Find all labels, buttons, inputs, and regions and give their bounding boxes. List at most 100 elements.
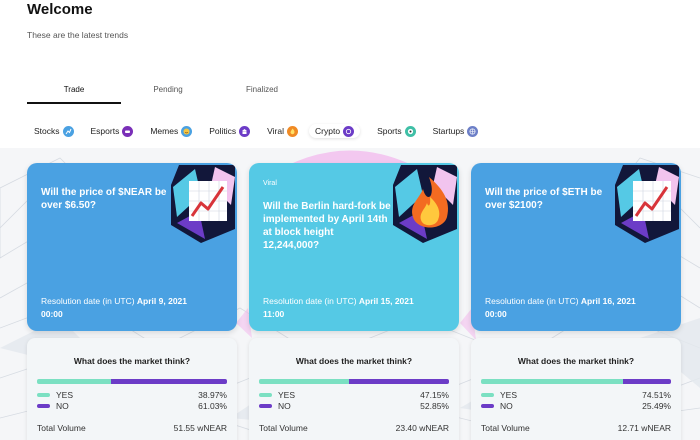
volume-value: 23.40 wNEAR [395, 423, 449, 433]
yes-value: 47.15% [420, 390, 449, 400]
yes-bar-fill [259, 379, 349, 384]
face-emoji-icon [181, 125, 193, 137]
sentiment-bar [37, 379, 227, 384]
volume-label: Total Volume [481, 423, 530, 433]
market-card-berlin-fork[interactable]: Viral Will the Berlin hard-fork be imple… [249, 163, 459, 331]
no-row: NO 52.85% [259, 401, 449, 411]
yes-label: YES [500, 390, 518, 400]
category-filter: Stocks Esports Memes Politics Viral Cryp… [34, 124, 495, 138]
resolution-date: April 9, 2021 [136, 296, 188, 306]
resolution-label: Resolution date (in UTC) [485, 296, 579, 306]
resolution-date: April 16, 2021 [580, 296, 636, 306]
ball-emoji-icon [404, 125, 416, 137]
resolution-info: Resolution date (in UTC) April 9, 2021 0… [41, 295, 231, 321]
category-label: Startups [432, 126, 465, 136]
category-crypto[interactable]: Crypto [309, 124, 361, 138]
yes-row: YES 38.97% [37, 390, 227, 400]
page-title: Welcome [27, 1, 93, 18]
yes-swatch [37, 393, 50, 397]
volume-value: 12.71 wNEAR [617, 423, 671, 433]
no-row: NO 61.03% [37, 401, 227, 411]
no-label: NO [56, 401, 69, 411]
sentiment-bar [259, 379, 449, 384]
market-sentiment-panel: What does the market think? YES 38.97% N… [27, 338, 237, 440]
no-swatch [259, 404, 272, 408]
total-volume: Total Volume 51.55 wNEAR [37, 423, 227, 433]
no-bar-fill [348, 379, 449, 384]
market-question: Will the price of $NEAR be over $6.50? [41, 187, 167, 211]
market-card-eth[interactable]: Will the price of $ETH be over $2100? Re… [471, 163, 681, 331]
category-label: Crypto [315, 126, 341, 136]
panel-title: What does the market think? [295, 356, 413, 366]
no-value: 25.49% [642, 401, 671, 411]
no-bar-fill [111, 379, 227, 384]
resolution-time: 11:00 [263, 309, 285, 319]
panel-title: What does the market think? [517, 356, 635, 366]
market-question: Will the Berlin hard-fork be implemented… [263, 201, 391, 251]
chart-up-icon [615, 165, 679, 243]
no-label: NO [500, 401, 513, 411]
category-sports[interactable]: Sports [377, 124, 416, 138]
no-value: 61.03% [198, 401, 227, 411]
page-header: Welcome These are the latest trends [27, 0, 128, 40]
category-tag: Viral [263, 180, 277, 187]
globe-emoji-icon [467, 125, 479, 137]
category-stocks[interactable]: Stocks [34, 124, 74, 138]
yes-label: YES [56, 390, 74, 400]
resolution-label: Resolution date (in UTC) [41, 296, 135, 306]
page-subtitle: These are the latest trends [27, 30, 129, 40]
game-emoji-icon [122, 125, 134, 137]
yes-row: YES 74.51% [481, 390, 671, 400]
category-label: Stocks [34, 126, 60, 136]
yes-label: YES [278, 390, 296, 400]
market-card-near[interactable]: Will the price of $NEAR be over $6.50? R… [27, 163, 237, 331]
volume-label: Total Volume [37, 423, 86, 433]
resolution-label: Resolution date (in UTC) [263, 296, 357, 306]
chart-up-icon [171, 165, 235, 243]
market-sentiment-panel: What does the market think? YES 74.51% N… [471, 338, 681, 440]
category-memes[interactable]: Memes [150, 124, 193, 138]
category-esports[interactable]: Esports [91, 124, 134, 138]
chart-emoji-icon [62, 125, 74, 137]
volume-label: Total Volume [259, 423, 308, 433]
yes-swatch [481, 393, 494, 397]
category-politics[interactable]: Politics [209, 124, 251, 138]
no-swatch [37, 404, 50, 408]
panel-title: What does the market think? [73, 356, 191, 366]
resolution-info: Resolution date (in UTC) April 16, 2021 … [485, 295, 675, 321]
yes-value: 74.51% [642, 390, 671, 400]
tab-trade[interactable]: Trade [27, 84, 121, 104]
resolution-time: 00:00 [41, 309, 63, 319]
category-startups[interactable]: Startups [433, 124, 479, 138]
resolution-time: 00:00 [485, 309, 507, 319]
category-label: Viral [267, 126, 285, 136]
category-label: Politics [209, 126, 237, 136]
tab-finalized[interactable]: Finalized [215, 84, 309, 104]
yes-swatch [259, 393, 272, 397]
volume-value: 51.55 wNEAR [173, 423, 227, 433]
fire-emoji-icon [287, 125, 299, 137]
sentiment-bar [481, 379, 671, 384]
no-swatch [481, 404, 494, 408]
no-label: NO [278, 401, 291, 411]
category-label: Sports [377, 126, 402, 136]
resolution-date: April 15, 2021 [358, 296, 414, 306]
coin-emoji-icon [343, 125, 355, 137]
no-value: 52.85% [420, 401, 449, 411]
yes-bar-fill [37, 379, 112, 384]
market-tabs: Trade Pending Finalized [27, 84, 309, 104]
no-row: NO 25.49% [481, 401, 671, 411]
fire-icon [393, 165, 457, 243]
total-volume: Total Volume 23.40 wNEAR [259, 423, 449, 433]
tab-pending[interactable]: Pending [121, 84, 215, 104]
market-question: Will the price of $ETH be over $2100? [485, 187, 603, 211]
total-volume: Total Volume 12.71 wNEAR [481, 423, 671, 433]
category-label: Memes [150, 126, 179, 136]
category-viral[interactable]: Viral [267, 124, 299, 138]
market-sentiment-panel: What does the market think? YES 47.15% N… [249, 338, 459, 440]
no-bar-fill [622, 379, 671, 384]
category-label: Esports [90, 126, 120, 136]
resolution-info: Resolution date (in UTC) April 15, 2021 … [263, 295, 453, 321]
building-emoji-icon [239, 125, 251, 137]
yes-row: YES 47.15% [259, 390, 449, 400]
